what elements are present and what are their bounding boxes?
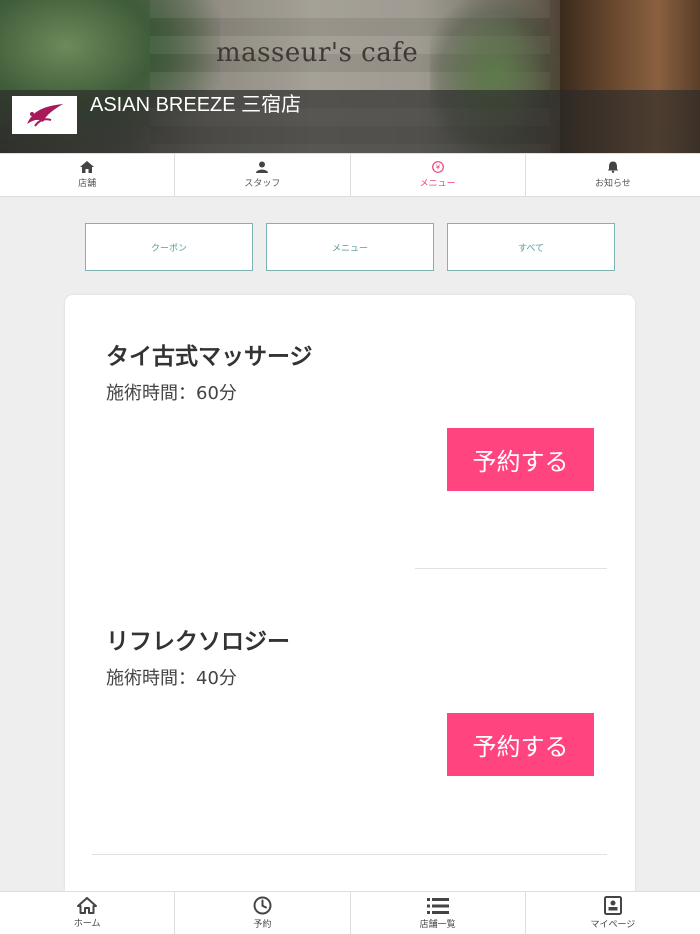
bottom-nav-mypage-label: マイページ <box>590 920 636 930</box>
clock-icon <box>253 896 272 915</box>
menu-item-name: タイ古式マッサージ <box>106 344 313 370</box>
filter-coupon-button[interactable]: クーポン <box>85 223 253 271</box>
home-icon <box>80 161 95 173</box>
menu-filter-group: クーポン メニュー すべて <box>85 223 615 271</box>
tab-store-label: 店舗 <box>78 179 97 189</box>
store-name: ASIAN BREEZE 三宿店 <box>90 94 302 116</box>
store-tabs: 店舗 スタッフ ¥ メニュー お知らせ <box>0 153 700 197</box>
svg-text:¥: ¥ <box>435 164 440 172</box>
mypage-icon <box>603 896 622 915</box>
store-logo <box>12 96 77 134</box>
tab-news-label: お知らせ <box>594 179 631 189</box>
tab-menu-label: メニュー <box>419 179 456 189</box>
cafe-sign-text: masseur's cafe <box>216 38 419 68</box>
tab-staff[interactable]: スタッフ <box>175 154 351 196</box>
tab-store[interactable]: 店舗 <box>0 154 176 196</box>
bottom-nav-reserve-label: 予約 <box>253 920 272 930</box>
store-header: masseur's cafe ASIAN BREEZE 三宿店 <box>0 0 700 153</box>
bird-logo-icon <box>26 104 63 127</box>
menu-item-name: リフレクソロジー <box>106 629 290 655</box>
filter-all-button[interactable]: すべて <box>447 223 615 271</box>
bottom-nav: ホーム 予約 店舗一覧 マイページ <box>0 891 700 934</box>
divider <box>415 568 607 569</box>
filter-menu-button[interactable]: メニュー <box>266 223 434 271</box>
menu-list-card: タイ古式マッサージ 施術時間：60分 予約する リフレクソロジー 施術時間：40… <box>65 295 635 915</box>
tab-staff-label: スタッフ <box>244 179 281 189</box>
menu-item-duration: 施術時間：40分 <box>106 668 237 689</box>
menu-item-duration: 施術時間：60分 <box>106 383 237 404</box>
bell-icon <box>607 161 619 173</box>
bottom-nav-store-list-label: 店舗一覧 <box>419 919 456 930</box>
yen-icon: ¥ <box>431 161 444 173</box>
bottom-nav-home[interactable]: ホーム <box>0 892 176 934</box>
bottom-nav-mypage[interactable]: マイページ <box>526 892 700 934</box>
home-icon <box>77 897 98 914</box>
divider <box>92 854 607 855</box>
reserve-button[interactable]: 予約する <box>447 713 594 776</box>
tab-news[interactable]: お知らせ <box>526 154 700 196</box>
reserve-button[interactable]: 予約する <box>447 428 594 491</box>
bottom-nav-home-label: ホーム <box>73 919 101 929</box>
bottom-nav-reserve[interactable]: 予約 <box>175 892 351 934</box>
bottom-nav-store-list[interactable]: 店舗一覧 <box>351 892 526 934</box>
tab-menu[interactable]: ¥ メニュー <box>351 154 526 196</box>
list-icon <box>426 897 449 914</box>
person-icon <box>256 161 269 173</box>
